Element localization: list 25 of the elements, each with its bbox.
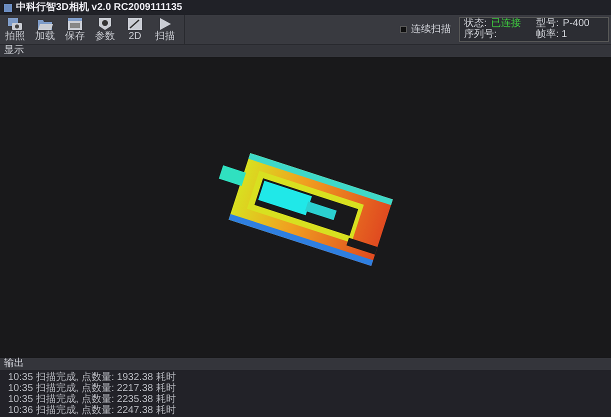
log-line: 10:35 扫描完成, 点数量: 1932.38 耗时 — [8, 372, 177, 383]
panel-title: 显示 — [4, 46, 24, 56]
model-label: 型号: — [536, 18, 559, 29]
checkbox-label: 连续扫描 — [411, 24, 451, 34]
serial-label: 序列号: — [464, 30, 498, 40]
toolbar-button[interactable]: 加载 — [30, 15, 60, 44]
toolbar-button[interactable]: 扫描 — [150, 15, 180, 44]
log-line: 10:35 扫描完成, 点数量: 2217.38 耗时 — [8, 383, 177, 394]
checkbox[interactable] — [400, 26, 407, 33]
window-title: 中科行智3D相机 v2.0 RC2009111135 — [16, 2, 182, 12]
window-icon — [67, 17, 83, 31]
panel-title: 输出 — [4, 359, 24, 369]
model-value: P-400 — [562, 18, 590, 29]
toolbar-button[interactable]: 2D — [120, 15, 150, 44]
toolbar-button[interactable]: 保存 — [60, 15, 90, 44]
status-label: 状态: — [464, 18, 487, 29]
frame-rate-label: 帧率: 1 — [536, 30, 568, 40]
status-value: 已连接 — [490, 18, 521, 29]
folder-icon — [37, 17, 53, 31]
log-line: 10:35 扫描完成, 点数量: 2235.38 耗时 — [8, 394, 177, 405]
app-icon — [4, 4, 12, 12]
toolbar-button[interactable]: 参数 — [90, 15, 120, 44]
log-line: 10:36 扫描完成, 点数量: 2247.38 耗时 — [8, 405, 177, 416]
play-icon — [158, 17, 172, 31]
toolbar-button[interactable]: 拍照 — [0, 15, 30, 44]
